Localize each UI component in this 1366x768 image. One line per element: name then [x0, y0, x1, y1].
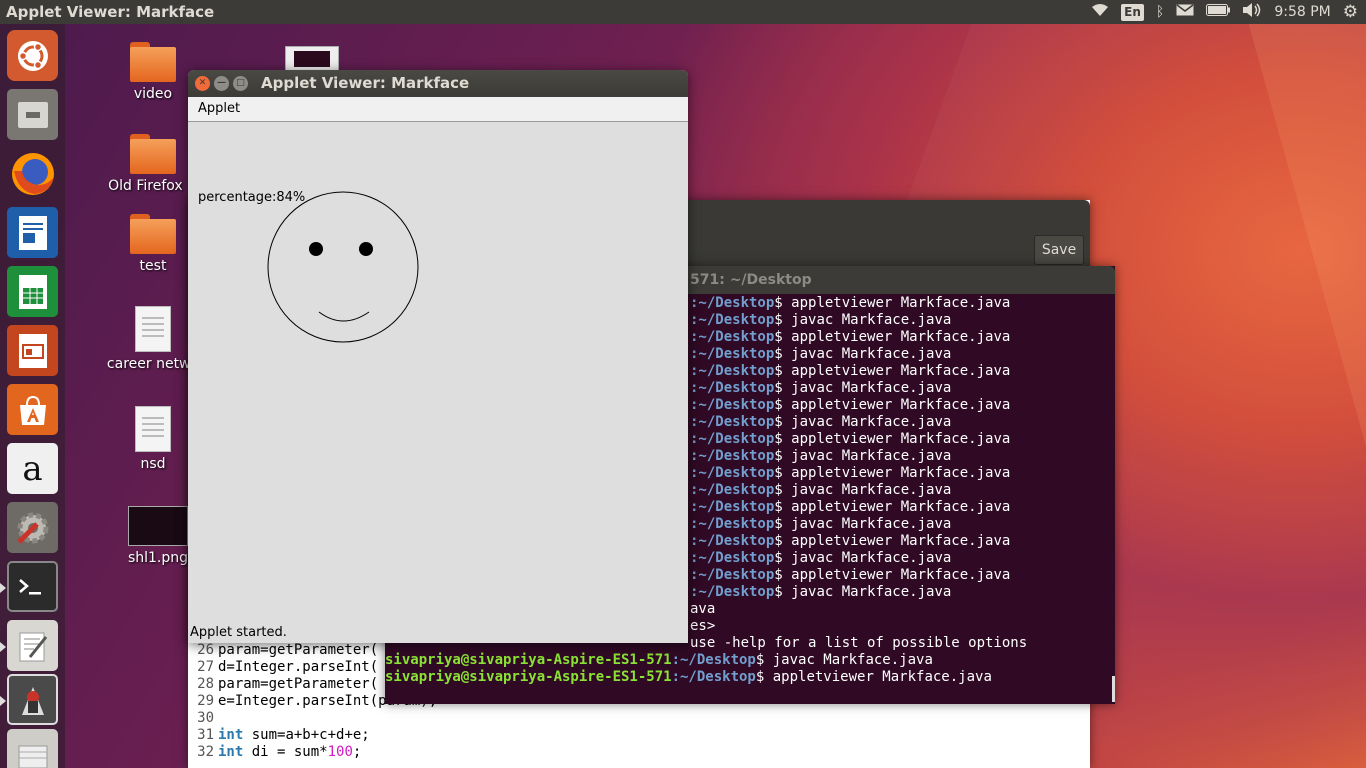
gear-icon[interactable]: ⚙ — [1343, 2, 1358, 22]
system-tray: En ᛒ 9:58 PM ⚙ — [1091, 0, 1358, 24]
battery-icon[interactable] — [1206, 4, 1231, 20]
running-indicator — [0, 696, 6, 706]
desktop-icon-label: Old Firefox D — [108, 178, 198, 194]
trash-icon[interactable] — [7, 729, 58, 768]
desktop-icon-label: test — [139, 258, 167, 274]
desktop-background: video Old Firefox D test career netwo ns… — [0, 0, 1366, 768]
document-icon — [135, 406, 171, 452]
software-center-icon[interactable] — [7, 384, 58, 435]
mail-icon[interactable] — [1176, 4, 1194, 20]
desktop-icon-label: career netwo — [106, 356, 200, 372]
active-window-title: Applet Viewer: Markface — [6, 3, 215, 21]
firefox-icon[interactable] — [7, 148, 58, 199]
clock[interactable]: 9:58 PM — [1274, 4, 1330, 20]
bluetooth-icon[interactable]: ᛒ — [1156, 4, 1164, 20]
maximize-icon[interactable]: □ — [233, 76, 248, 91]
right-eye — [359, 242, 373, 256]
code-line: 32 int di = sum*100; — [197, 744, 362, 760]
face-outline — [267, 191, 419, 343]
java-icon[interactable] — [7, 674, 58, 725]
applet-window-title: Applet Viewer: Markface — [261, 74, 470, 92]
image-thumbnail-icon[interactable] — [285, 46, 339, 72]
applet-menubar: Applet — [188, 97, 688, 122]
folder-icon — [130, 42, 176, 82]
code-line: 30 — [197, 710, 214, 726]
keyboard-layout-indicator[interactable]: En — [1121, 3, 1144, 21]
terminal-icon[interactable] — [7, 561, 58, 612]
system-settings-icon[interactable] — [7, 502, 58, 553]
terminal-line: sivapriya@sivapriya-Aspire-ES1-571:~/Des… — [385, 652, 933, 668]
running-indicator — [0, 642, 6, 652]
document-icon — [135, 306, 171, 352]
smile — [318, 311, 370, 322]
folder-icon — [130, 214, 176, 254]
running-indicator — [0, 583, 6, 593]
amazon-icon[interactable]: a — [7, 443, 58, 494]
desktop-icon-label: video — [133, 86, 173, 102]
ubuntu-dash-icon[interactable] — [7, 30, 58, 81]
close-icon[interactable]: ✕ — [195, 76, 210, 91]
wifi-icon[interactable] — [1091, 3, 1109, 21]
top-panel: Applet Viewer: Markface En ᛒ 9:58 PM ⚙ — [0, 0, 1366, 24]
applet-viewer-window: ✕ — □ Applet Viewer: Markface Applet per… — [188, 70, 688, 643]
calc-icon[interactable] — [7, 266, 58, 317]
files-icon[interactable] — [7, 89, 58, 140]
save-button[interactable]: Save — [1034, 235, 1084, 265]
applet-status: Applet started. — [190, 625, 287, 640]
desktop-icon-label: shl1.png — [127, 550, 189, 566]
launcher: a — [0, 24, 65, 768]
volume-icon[interactable] — [1242, 3, 1262, 21]
minimize-icon[interactable]: — — [214, 76, 229, 91]
text-editor-icon[interactable] — [7, 620, 58, 671]
menu-applet[interactable]: Applet — [198, 101, 240, 116]
writer-icon[interactable] — [7, 207, 58, 258]
desktop-icon-label: nsd — [140, 456, 166, 472]
folder-icon — [130, 134, 176, 174]
image-thumbnail-icon — [128, 506, 188, 546]
applet-titlebar[interactable]: ✕ — □ Applet Viewer: Markface — [188, 70, 688, 97]
percentage-text: percentage:84% — [198, 190, 306, 205]
terminal-line: sivapriya@sivapriya-Aspire-ES1-571:~/Des… — [385, 669, 992, 685]
impress-icon[interactable] — [7, 325, 58, 376]
left-eye — [309, 242, 323, 256]
terminal-scrollbar[interactable] — [1112, 676, 1115, 702]
code-line: 31 int sum=a+b+c+d+e; — [197, 727, 370, 743]
